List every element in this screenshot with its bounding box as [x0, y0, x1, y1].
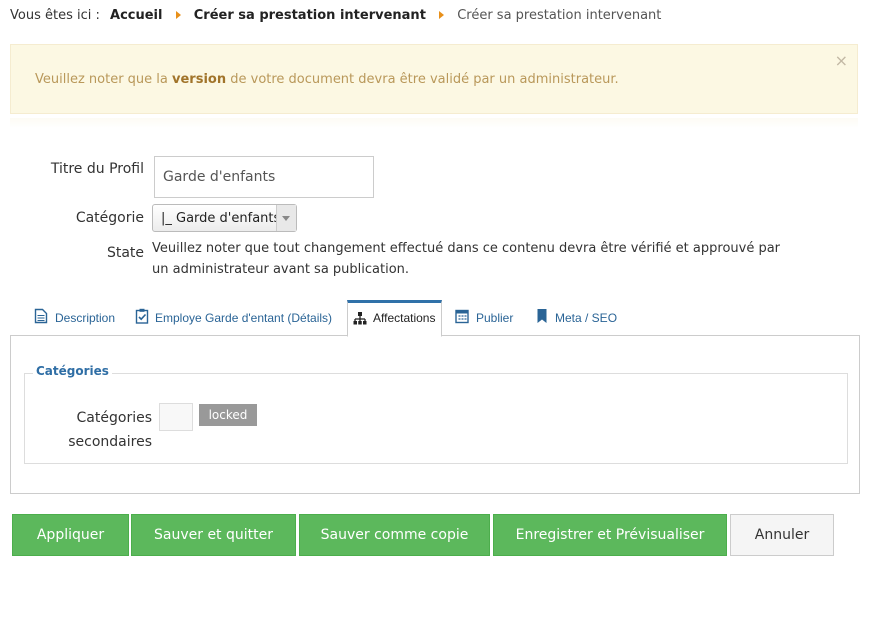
alert-divider	[10, 118, 858, 128]
secondary-categories-label: Catégories secondaires	[68, 410, 152, 450]
breadcrumb-link-create[interactable]: Créer sa prestation intervenant	[194, 8, 426, 23]
tab-label: Affectations	[373, 311, 436, 325]
sitemap-icon	[353, 312, 367, 325]
secondary-categories-field[interactable]	[159, 403, 193, 431]
alert-message: Veuillez noter que la version de votre d…	[35, 72, 619, 87]
calendar-icon	[455, 309, 469, 324]
category-label: Catégorie	[75, 210, 144, 226]
tab-label: Publier	[476, 311, 514, 325]
state-label: State	[106, 245, 144, 261]
title-label: Titre du Profil	[50, 161, 144, 177]
warning-alert: Veuillez noter que la version de votre d…	[10, 44, 858, 114]
state-notice: Veuillez noter que tout changement effec…	[152, 241, 781, 277]
title-input[interactable]	[154, 156, 374, 198]
save-copy-button[interactable]: Sauver comme copie	[299, 514, 490, 556]
dropdown-arrow-icon	[276, 205, 296, 231]
tab-label: Description	[55, 311, 116, 325]
tab-description[interactable]: Description	[28, 300, 128, 336]
tab-bar: Description Employe Garde d'entant (Déta…	[10, 300, 860, 337]
breadcrumb: Vous êtes ici : Accueil Créer sa prestat…	[10, 8, 661, 23]
breadcrumb-current: Créer sa prestation intervenant	[457, 8, 662, 23]
alert-text-before: Veuillez noter que la	[35, 72, 173, 87]
breadcrumb-prefix: Vous êtes ici :	[10, 8, 100, 23]
tab-publier[interactable]: Publier	[450, 300, 525, 336]
apply-button[interactable]: Appliquer	[12, 514, 129, 556]
clipboard-check-icon	[135, 308, 149, 324]
tab-employe-details[interactable]: Employe Garde d'entant (Détails)	[130, 300, 340, 336]
tab-label: Employe Garde d'entant (Détails)	[155, 311, 333, 325]
category-select-value: |_ Garde d'enfants	[161, 211, 281, 226]
save-close-button[interactable]: Sauver et quitter	[131, 514, 296, 556]
chevron-right-icon	[439, 11, 445, 19]
alert-text-emphasis: version	[172, 72, 227, 87]
locked-badge: locked	[199, 404, 257, 426]
breadcrumb-link-home[interactable]: Accueil	[110, 8, 162, 23]
cancel-button[interactable]: Annuler	[730, 514, 834, 556]
save-preview-button[interactable]: Enregistrer et Prévisualiser	[493, 514, 727, 556]
fieldset-legend: Catégories	[33, 364, 112, 378]
close-icon[interactable]: ×	[835, 51, 848, 70]
bookmark-icon	[537, 309, 547, 323]
tab-affectations[interactable]: Affectations	[347, 300, 442, 337]
chevron-right-icon	[175, 11, 181, 19]
category-select[interactable]: |_ Garde d'enfants	[152, 204, 297, 232]
tab-meta-seo[interactable]: Meta / SEO	[531, 300, 626, 336]
tab-label: Meta / SEO	[555, 311, 618, 325]
tab-content-affectations: Catégories Catégories secondaires locked	[10, 335, 860, 494]
alert-text-after: de votre document devra être validé par …	[226, 72, 619, 87]
document-icon	[34, 308, 48, 324]
